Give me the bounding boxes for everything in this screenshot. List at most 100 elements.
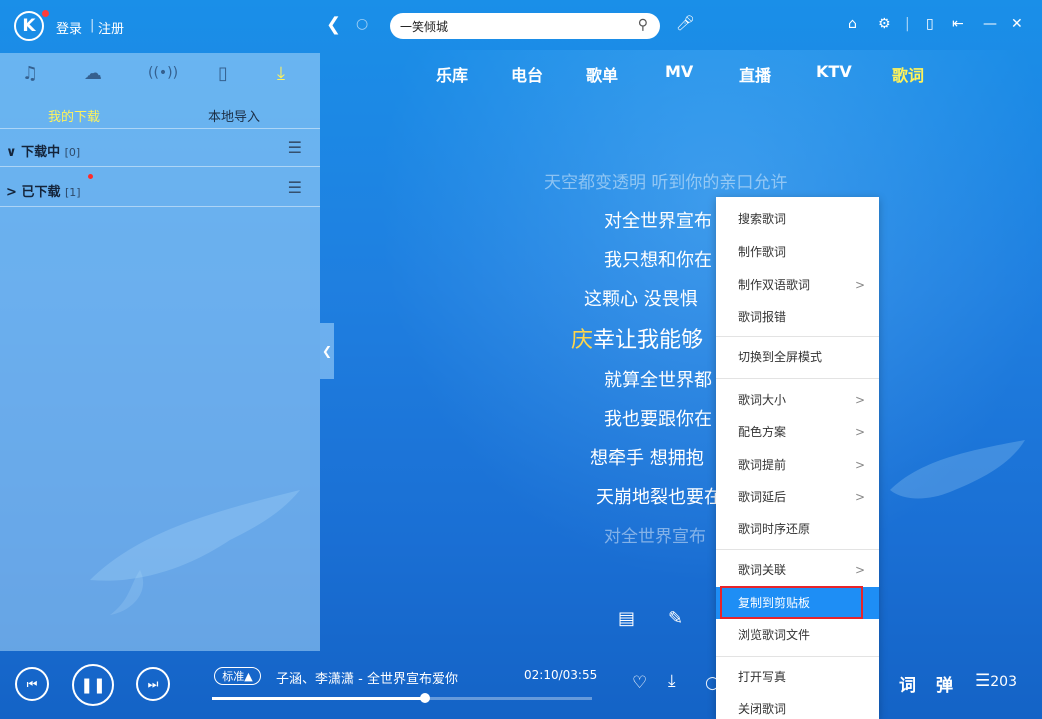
- menu-item-lyrics-size[interactable]: 歌词大小 >: [716, 384, 879, 416]
- tab-library[interactable]: 乐库: [436, 62, 468, 86]
- download-icon[interactable]: ⤓: [277, 63, 285, 84]
- menu-item-label: 搜索歌词: [738, 212, 787, 226]
- mv-film-icon[interactable]: ▤: [618, 608, 635, 629]
- playlist-button[interactable]: ☰203: [975, 671, 1017, 691]
- collapse-arrow-icon: >: [6, 185, 17, 200]
- lyric-line: 我只想和你在: [604, 250, 712, 271]
- menu-divider: [716, 336, 879, 337]
- submenu-arrow-icon: >: [854, 278, 865, 292]
- mini-mode-icon[interactable]: ▯: [926, 16, 934, 32]
- submenu-arrow-icon: >: [854, 563, 865, 577]
- tab-ktv[interactable]: KTV: [816, 62, 852, 81]
- divider-line: |: [905, 16, 910, 32]
- lyric-sung-part: 庆: [571, 328, 594, 353]
- tab-live[interactable]: 直播: [739, 62, 771, 86]
- menu-item-report-error[interactable]: 歌词报错: [716, 301, 879, 333]
- progress-bar[interactable]: [212, 693, 592, 703]
- submenu-arrow-icon: >: [854, 393, 865, 407]
- menu-item-label: 浏览歌词文件: [738, 628, 811, 642]
- menu-item-label: 制作歌词: [738, 245, 787, 259]
- tab-mv[interactable]: MV: [665, 62, 693, 81]
- menu-item-browse-lyrics-file[interactable]: 浏览歌词文件: [716, 619, 879, 651]
- prev-button[interactable]: ⏮︎: [15, 667, 49, 701]
- downloaded-row[interactable]: > 已下载 [1] ☰: [0, 169, 320, 207]
- tab-radio[interactable]: 电台: [511, 62, 543, 86]
- tab-local-import[interactable]: 本地导入: [208, 106, 260, 125]
- menu-item-label: 配色方案: [738, 425, 787, 439]
- pause-button[interactable]: ❚❚: [72, 664, 114, 706]
- quality-selector[interactable]: 标准▲: [214, 667, 261, 685]
- karaoke-mic-icon[interactable]: ✎: [668, 608, 683, 629]
- submenu-arrow-icon: >: [854, 458, 865, 472]
- menu-item-bilingual-lyrics[interactable]: 制作双语歌词 >: [716, 269, 879, 301]
- menu-item-label: 歌词关联: [738, 563, 787, 577]
- next-icon: ⏭︎: [147, 676, 159, 691]
- menu-item-search-lyrics[interactable]: 搜索歌词: [716, 203, 879, 235]
- tab-playlist[interactable]: 歌单: [586, 62, 618, 86]
- playback-time: 02:10/03:55: [524, 668, 598, 682]
- logo-letter: K: [22, 16, 36, 36]
- menu-item-reset-timing[interactable]: 歌词时序还原: [716, 513, 879, 545]
- cloud-icon[interactable]: ☁︎: [84, 63, 102, 84]
- progress-fill: [212, 697, 425, 700]
- tab-my-download[interactable]: 我的下载: [48, 106, 100, 125]
- skin-icon[interactable]: ⌂: [848, 16, 857, 32]
- menu-item-color-scheme[interactable]: 配色方案 >: [716, 416, 879, 448]
- menu-item-copy-to-clipboard[interactable]: 复制到剪贴板: [716, 587, 879, 619]
- dock-icon[interactable]: ⇤: [952, 16, 964, 32]
- danmu-toggle-button[interactable]: 弹: [936, 671, 953, 696]
- menu-divider: [716, 378, 879, 379]
- lyric-line: 就算全世界都: [604, 370, 712, 391]
- radio-icon[interactable]: ((•)): [148, 65, 178, 81]
- prev-icon: ⏮︎: [26, 676, 38, 691]
- menu-item-label: 歌词时序还原: [738, 522, 811, 536]
- menu-item-lyrics-earlier[interactable]: 歌词提前 >: [716, 449, 879, 481]
- menu-item-make-lyrics[interactable]: 制作歌词: [716, 236, 879, 268]
- lyric-unsung-part: 幸让我能够: [593, 328, 704, 353]
- voice-icon[interactable]: 🎤︎: [676, 14, 695, 32]
- tab-lyrics[interactable]: 歌词: [892, 62, 924, 86]
- heart-icon[interactable]: ♡: [632, 673, 647, 693]
- login-link[interactable]: 登录: [56, 18, 82, 37]
- hamburger-menu-icon[interactable]: ☰: [288, 138, 302, 157]
- player-bar: ⏮︎ ❚❚ ⏭︎ 标准▲ 子涵、李潇潇 - 全世界宣布爱你 02:10/03:5…: [0, 651, 1042, 719]
- playlist-icon: ☰: [975, 671, 991, 691]
- settings-icon[interactable]: ⚙: [878, 16, 891, 32]
- downloading-title: ∨ 下载中 [0]: [6, 141, 80, 160]
- menu-item-label: 切换到全屏模式: [738, 350, 823, 364]
- current-lyric-line: 庆幸让我能够: [571, 322, 703, 354]
- search-icon[interactable]: ⚲: [638, 17, 648, 33]
- search-input[interactable]: 一笑倾城 ⚲: [390, 13, 660, 39]
- now-playing-title[interactable]: 子涵、李潇潇 - 全世界宣布爱你: [276, 668, 476, 687]
- lyric-line: 对全世界宣布: [604, 211, 712, 232]
- downloading-row[interactable]: ∨ 下载中 [0] ☰: [0, 129, 320, 167]
- lyric-line: 对全世界宣布: [604, 527, 706, 547]
- search-value: 一笑倾城: [400, 19, 449, 34]
- lyrics-toggle-button[interactable]: 词: [899, 671, 916, 696]
- lyric-line: 想牵手 想拥抱: [590, 448, 704, 469]
- menu-item-label: 歌词大小: [738, 393, 787, 407]
- device-icon[interactable]: ▯: [218, 63, 228, 84]
- close-icon[interactable]: ✕: [1011, 16, 1023, 32]
- download-icon[interactable]: ⤓: [668, 671, 676, 691]
- back-icon[interactable]: ❮: [326, 14, 341, 35]
- pause-icon: ❚❚: [80, 676, 106, 694]
- hamburger-menu-icon[interactable]: ☰: [288, 178, 302, 197]
- app-logo[interactable]: K: [14, 11, 44, 41]
- register-link[interactable]: 注册: [98, 18, 124, 37]
- downloading-label: 下载中: [21, 145, 61, 160]
- menu-item-link-lyrics[interactable]: 歌词关联 >: [716, 554, 879, 586]
- refresh-icon[interactable]: ○: [356, 16, 368, 32]
- more-icon[interactable]: ○: [705, 673, 720, 693]
- minimize-icon[interactable]: —: [983, 16, 997, 32]
- next-button[interactable]: ⏭︎: [136, 667, 170, 701]
- expand-arrow-icon: ∨: [6, 145, 17, 160]
- progress-handle[interactable]: [419, 693, 430, 703]
- new-badge-dot: [88, 174, 93, 179]
- menu-item-lyrics-later[interactable]: 歌词延后 >: [716, 481, 879, 513]
- downloaded-label: 已下载: [21, 185, 61, 200]
- music-icon[interactable]: ♫: [22, 63, 38, 84]
- menu-item-fullscreen[interactable]: 切换到全屏模式: [716, 341, 879, 373]
- collapse-panel-button[interactable]: ❮: [320, 323, 334, 379]
- lyric-line: 这颗心 没畏惧: [584, 289, 698, 310]
